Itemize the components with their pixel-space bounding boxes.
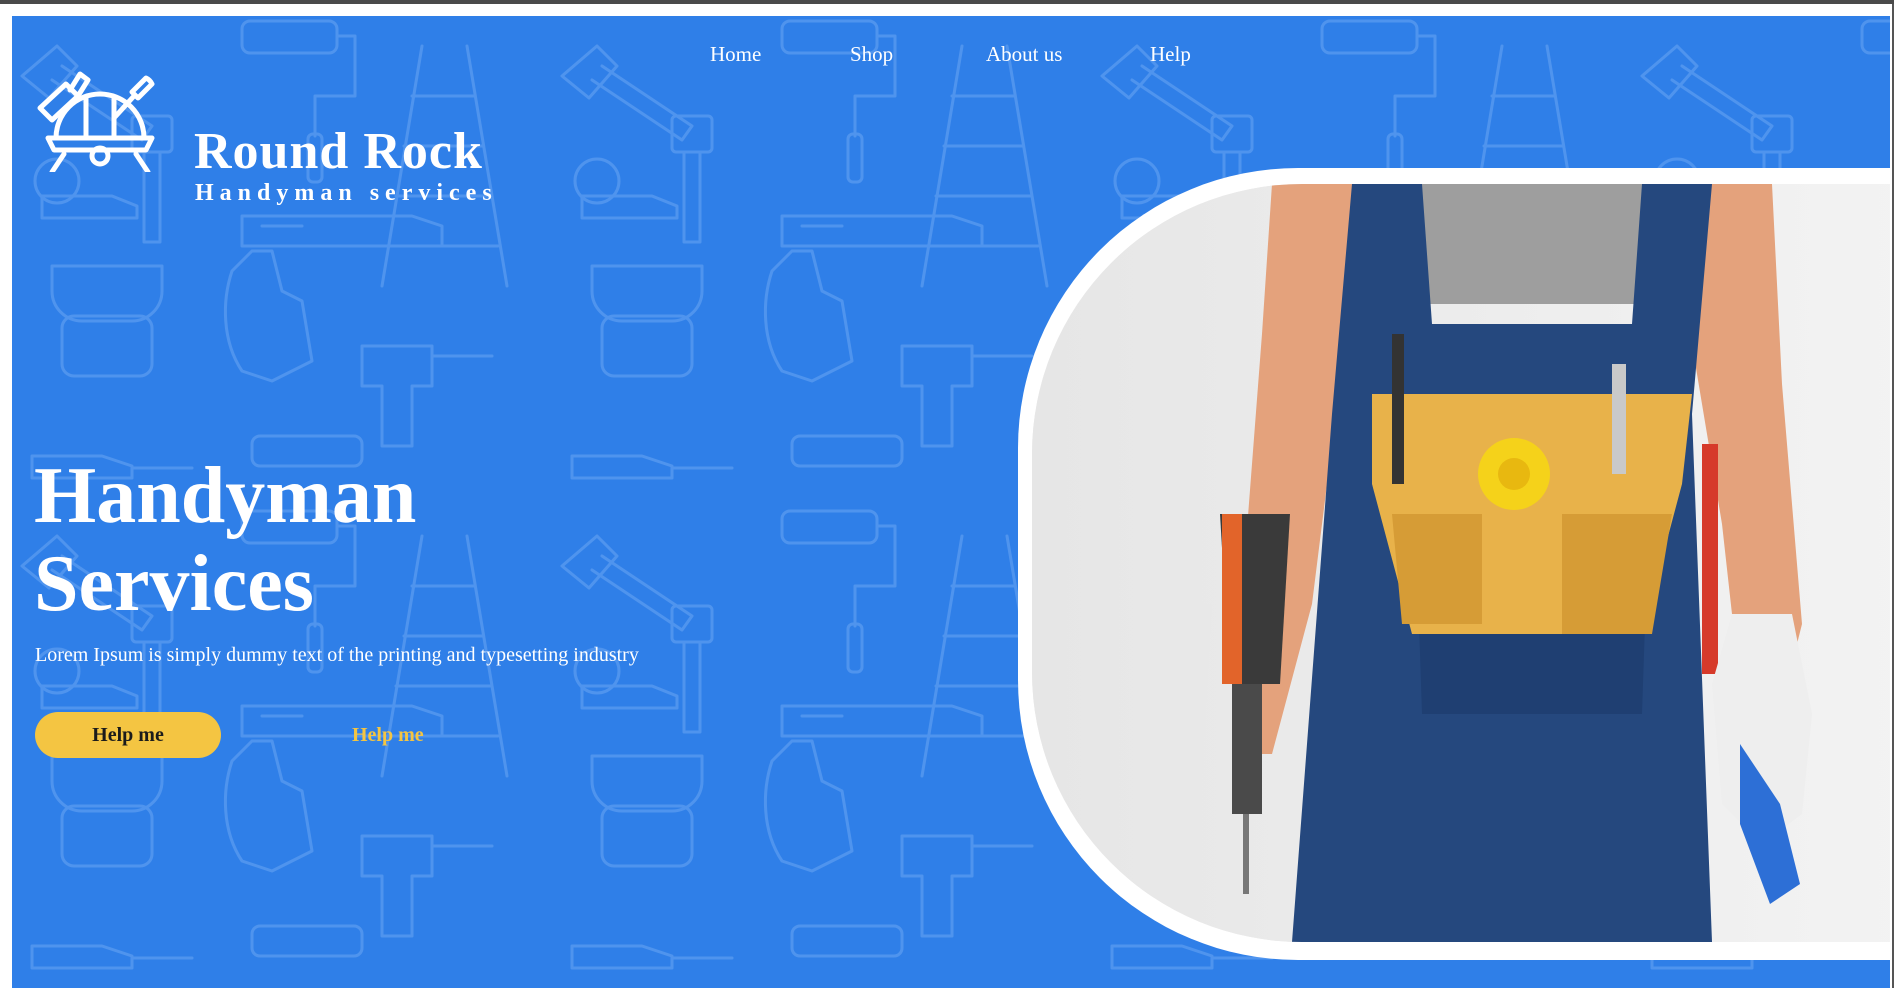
nav-about-us[interactable]: About us bbox=[986, 42, 1062, 67]
hero-headline: Handyman Services bbox=[34, 452, 734, 628]
helmet-wrench-icon bbox=[37, 71, 155, 172]
brand-subtitle: Handyman services bbox=[195, 180, 498, 206]
help-me-button[interactable]: Help me bbox=[35, 712, 221, 758]
headline-line-1: Handyman bbox=[34, 452, 417, 540]
nav-home[interactable]: Home bbox=[710, 42, 761, 67]
help-me-link[interactable]: Help me bbox=[352, 724, 424, 747]
handyman-photo bbox=[1032, 184, 1890, 942]
hero-tagline: Lorem Ipsum is simply dummy text of the … bbox=[35, 644, 639, 666]
headline-line-2: Services bbox=[34, 540, 314, 628]
nav-shop[interactable]: Shop bbox=[850, 42, 893, 67]
handyman-illustration bbox=[1032, 184, 1890, 942]
hero-section: Round Rock Handyman services Home Shop A… bbox=[12, 16, 1890, 988]
brand-name: Round Rock bbox=[194, 123, 483, 180]
nav-help[interactable]: Help bbox=[1150, 42, 1191, 67]
window-top-border bbox=[0, 0, 1894, 4]
